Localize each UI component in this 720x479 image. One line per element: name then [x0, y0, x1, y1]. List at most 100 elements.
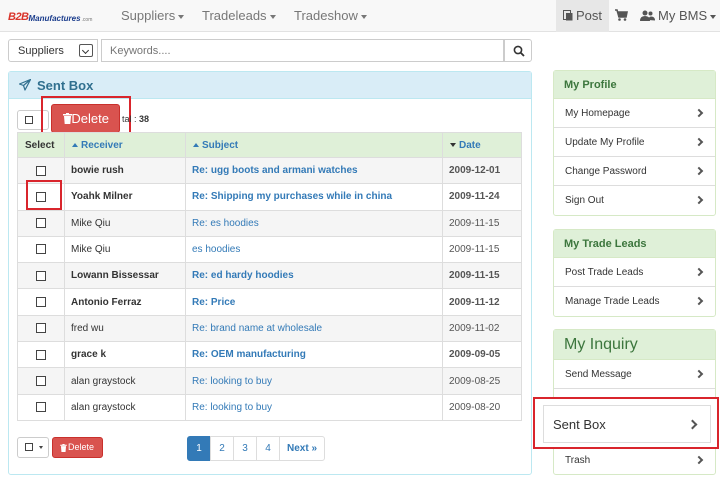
sidebar-item-label: Send Message [565, 369, 632, 380]
select-all-dropdown[interactable] [17, 110, 49, 130]
table-row[interactable]: Mike Qiu Re: es hoodies 2009-11-15 [17, 209, 522, 237]
table-row[interactable]: Mike Qiu es hoodies 2009-11-15 [17, 235, 522, 264]
row-select-cell [17, 262, 65, 290]
table-row[interactable]: fred wu Re: brand name at wholesale 2009… [17, 314, 522, 343]
row-checkbox[interactable] [36, 349, 46, 360]
page-3[interactable]: 3 [233, 436, 257, 461]
row-select-cell [17, 314, 65, 343]
sidebar-item-trash[interactable]: Trash [554, 446, 715, 475]
nav-suppliers-label: Suppliers [121, 8, 176, 23]
sort-up-icon [72, 142, 78, 147]
page-2[interactable]: 2 [210, 436, 234, 461]
table-row[interactable]: alan graystock Re: looking to buy 2009-0… [17, 367, 522, 395]
sidebar-item-my-homepage[interactable]: My Homepage [554, 99, 715, 128]
pagination: 1 2 3 4 Next » [187, 436, 326, 461]
header-subject[interactable]: Subject [185, 132, 443, 158]
subject-link[interactable]: Re: ugg boots and armani watches [185, 156, 443, 185]
post-button[interactable]: Post [556, 0, 609, 32]
next-page-link[interactable]: Next » [279, 436, 326, 461]
row-checkbox[interactable] [36, 218, 46, 229]
date-cell: 2009-12-01 [442, 156, 522, 185]
sidebar-item-change-password[interactable]: Change Password [554, 157, 715, 186]
row-select-cell [17, 393, 65, 421]
caret-down-icon [39, 446, 43, 449]
cart-icon[interactable] [614, 8, 628, 22]
row-checkbox[interactable] [36, 270, 46, 281]
row-checkbox[interactable] [36, 165, 46, 176]
receiver-cell: grace k [64, 341, 186, 369]
row-checkbox[interactable] [36, 323, 46, 334]
sidebar-item-manage-trade-leads[interactable]: Manage Trade Leads [554, 287, 715, 316]
subject-link[interactable]: Re: looking to buy [185, 367, 443, 395]
row-select-cell [17, 288, 65, 316]
date-cell: 2009-08-20 [442, 393, 522, 421]
row-checkbox[interactable] [36, 191, 46, 202]
sidebar-item-sent-box[interactable]: Sent Box [543, 405, 711, 443]
row-checkbox[interactable] [36, 244, 46, 255]
delete-button-bottom[interactable]: Delete [52, 437, 103, 458]
chevron-right-icon [694, 296, 704, 306]
sidebar-item-sign-out[interactable]: Sign Out [554, 186, 715, 215]
date-cell: 2009-11-15 [442, 235, 522, 264]
date-cell: 2009-11-24 [442, 183, 522, 211]
sidebar-item-post-trade-leads[interactable]: Post Trade Leads [554, 258, 715, 287]
paper-plane-icon [19, 79, 31, 91]
sidebar-item-update-profile[interactable]: Update My Profile [554, 128, 715, 157]
chevron-right-icon [694, 455, 704, 465]
sidebar-item-label: My Homepage [565, 108, 631, 119]
my-profile-title: My Profile [554, 71, 715, 99]
table-row[interactable]: grace k Re: OEM manufacturing 2009-09-05 [17, 341, 522, 369]
row-checkbox[interactable] [36, 402, 46, 413]
page-1[interactable]: 1 [187, 436, 211, 461]
search-input[interactable] [101, 39, 504, 62]
subject-link[interactable]: Re: es hoodies [185, 209, 443, 237]
table-row[interactable]: Yoahk Milner Re: Shipping my purchases w… [17, 183, 522, 211]
row-select-cell [17, 156, 65, 185]
page-4[interactable]: 4 [256, 436, 280, 461]
delete-button[interactable]: Delete [51, 104, 120, 133]
logo-name: Manufactures [28, 14, 81, 23]
logo[interactable]: B2B Manufactures .com [8, 9, 92, 23]
table-row[interactable]: Antonio Ferraz Re: Price 2009-11-12 [17, 288, 522, 316]
row-checkbox[interactable] [36, 375, 46, 386]
my-bms-menu[interactable]: My BMS [640, 0, 717, 32]
row-select-cell [17, 209, 65, 237]
subject-link[interactable]: Re: OEM manufacturing [185, 341, 443, 369]
nav-suppliers[interactable]: Suppliers [121, 0, 185, 32]
sidebar-item-label: Sign Out [565, 195, 604, 206]
trash-icon [63, 113, 72, 124]
date-cell: 2009-11-12 [442, 288, 522, 316]
app-root: B2B Manufactures .com Suppliers Tradelea… [0, 0, 720, 479]
nav-tradeshow[interactable]: Tradeshow [294, 0, 367, 32]
table-row[interactable]: Lowann Bissessar Re: ed hardy hoodies 20… [17, 262, 522, 290]
checkbox-icon [25, 443, 33, 451]
sidebar-item-label: Sent Box [553, 417, 606, 432]
subject-link[interactable]: Re: brand name at wholesale [185, 314, 443, 343]
subject-link[interactable]: es hoodies [185, 235, 443, 264]
chevron-right-icon [694, 137, 704, 147]
subject-link[interactable]: Re: ed hardy hoodies [185, 262, 443, 290]
table-row[interactable]: bowie rush Re: ugg boots and armani watc… [17, 156, 522, 185]
date-cell: 2009-11-02 [442, 314, 522, 343]
trash-icon [60, 444, 67, 452]
nav-tradeleads[interactable]: Tradeleads [202, 0, 276, 32]
receiver-cell: bowie rush [64, 156, 186, 185]
header-receiver[interactable]: Receiver [64, 132, 186, 158]
header-date[interactable]: Date [442, 132, 522, 158]
subject-link[interactable]: Re: Shipping my purchases while in china [185, 183, 443, 211]
sidebar-item-send-message[interactable]: Send Message [554, 360, 715, 389]
select-all-dropdown-bottom[interactable] [17, 437, 49, 458]
subject-link[interactable]: Re: Price [185, 288, 443, 316]
logo-tld: .com [81, 17, 93, 23]
subject-link[interactable]: Re: looking to buy [185, 393, 443, 421]
row-select-cell [17, 367, 65, 395]
search-button[interactable] [504, 39, 532, 62]
post-label: Post [575, 8, 602, 23]
receiver-cell: Yoahk Milner [64, 183, 186, 211]
table-row[interactable]: alan graystock Re: looking to buy 2009-0… [17, 393, 522, 421]
date-cell: 2009-11-15 [442, 262, 522, 290]
nav-tradeleads-label: Tradeleads [202, 8, 267, 23]
sort-up-icon [193, 142, 199, 147]
row-checkbox[interactable] [36, 296, 46, 307]
search-category-select[interactable]: Suppliers [8, 39, 98, 62]
